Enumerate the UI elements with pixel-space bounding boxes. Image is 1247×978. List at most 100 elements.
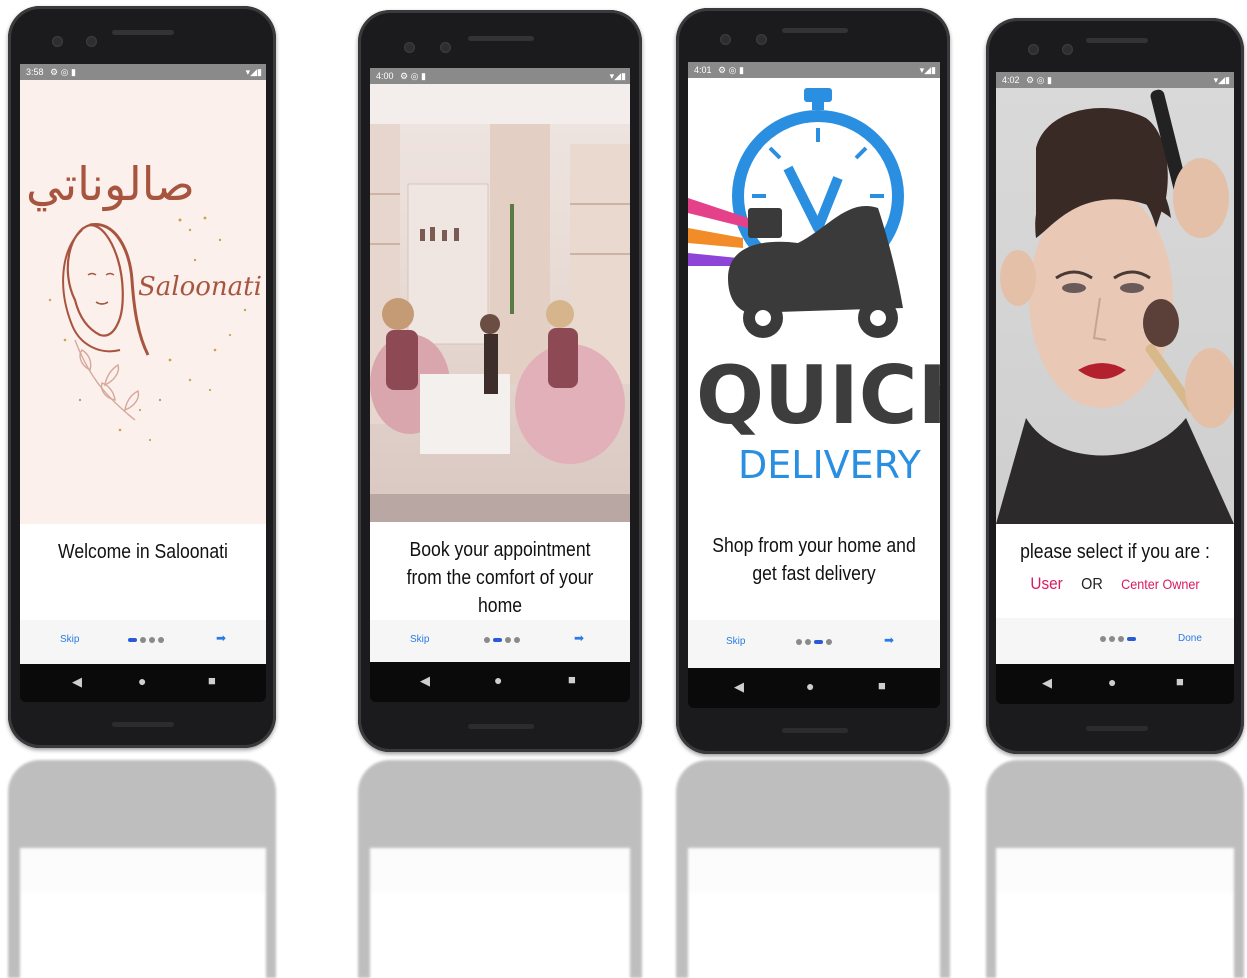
- page-dot: [149, 637, 155, 643]
- onboarding-controls: Skip ➡: [370, 620, 630, 662]
- back-icon[interactable]: ◀: [72, 674, 82, 690]
- skip-button[interactable]: Skip: [410, 634, 429, 645]
- status-bar: 4:02 ⚙ ◎ ▮ ▾◢▮: [996, 72, 1234, 88]
- page-indicator: [796, 639, 832, 645]
- page-dot: [1100, 636, 1106, 642]
- phone-2: 4:00 ⚙ ◎ ▮ ▾◢▮ Book your appointment fro…: [358, 10, 642, 752]
- recents-icon[interactable]: ■: [208, 673, 216, 688]
- phone-2-reflection: [358, 760, 642, 978]
- system-nav-bar: ◀ ● ■: [20, 664, 266, 702]
- page-dot: [158, 637, 164, 643]
- status-icons: ⚙ ◎ ▮: [400, 71, 426, 81]
- user-option-button[interactable]: User: [1030, 574, 1062, 593]
- signal-battery-icon: ▾◢▮: [919, 65, 936, 75]
- skip-button[interactable]: Skip: [60, 634, 79, 645]
- page-dot: [805, 639, 811, 645]
- saloonati-logo-art: صالوناتي Saloonati: [26, 157, 262, 442]
- page-dot: [1118, 636, 1124, 642]
- speaker-grille: [782, 28, 848, 33]
- camera-icon: [86, 36, 97, 47]
- recents-icon[interactable]: ■: [878, 678, 886, 693]
- recents-icon[interactable]: ■: [568, 672, 576, 687]
- camera-icon: [404, 42, 415, 53]
- home-icon[interactable]: ●: [494, 672, 502, 688]
- signal-battery-icon: ▾◢▮: [245, 67, 262, 77]
- slide-title: Shop from your home and get fast deliver…: [712, 535, 916, 585]
- next-arrow-icon[interactable]: ➡: [574, 631, 584, 645]
- center-owner-option-button[interactable]: Center Owner: [1121, 576, 1199, 592]
- page-dot-active: [814, 640, 823, 644]
- speaker-grille: [1086, 38, 1148, 43]
- page-dot-active: [1127, 637, 1136, 641]
- signal-battery-icon: ▾◢▮: [609, 71, 626, 81]
- back-icon[interactable]: ◀: [420, 673, 430, 689]
- status-time: 4:01: [694, 65, 712, 75]
- onboarding-controls: Done: [996, 618, 1234, 664]
- home-icon[interactable]: ●: [806, 678, 814, 694]
- home-icon[interactable]: ●: [138, 673, 146, 689]
- back-icon[interactable]: ◀: [734, 679, 744, 695]
- page-dot: [140, 637, 146, 643]
- bottom-speaker: [1086, 726, 1148, 731]
- phone-1: 3:58 ⚙ ◎ ▮ ▾◢▮ صالوناتي Saloonati Welcom…: [8, 6, 276, 748]
- page-dot-active: [128, 638, 137, 642]
- phone-1-screen: 3:58 ⚙ ◎ ▮ ▾◢▮ صالوناتي Saloonati Welcom…: [20, 64, 266, 664]
- quick-delivery-logo: QUICK DELIVERY: [688, 78, 940, 522]
- status-bar: 3:58 ⚙ ◎ ▮ ▾◢▮: [20, 64, 266, 80]
- salon-interior-art: [370, 84, 630, 522]
- phone-4-screen: 4:02 ⚙ ◎ ▮ ▾◢▮ please select if you are …: [996, 72, 1234, 664]
- next-arrow-icon[interactable]: ➡: [884, 633, 894, 647]
- phone-3: 4:01 ⚙ ◎ ▮ ▾◢▮ QUIC DELIVERY Shop from y…: [676, 8, 950, 754]
- status-bar: 4:00 ⚙ ◎ ▮ ▾◢▮: [370, 68, 630, 84]
- phone-2-screen: 4:00 ⚙ ◎ ▮ ▾◢▮ Book your appointment fro…: [370, 68, 630, 662]
- page-dot: [505, 637, 511, 643]
- done-button[interactable]: Done: [1178, 633, 1202, 644]
- salon-interior-image: [370, 84, 630, 522]
- page-dot: [796, 639, 802, 645]
- recents-icon[interactable]: ■: [1176, 674, 1184, 689]
- camera-icon: [52, 36, 63, 47]
- system-nav-bar: ◀ ● ■: [688, 668, 940, 708]
- system-nav-bar: ◀ ● ■: [370, 662, 630, 702]
- slide-title: Book your appointment from the comfort o…: [406, 539, 594, 617]
- page-dot: [484, 637, 490, 643]
- slide-title: please select if you are :: [1020, 541, 1210, 563]
- camera-icon: [1028, 44, 1039, 55]
- page-indicator: [484, 637, 520, 643]
- home-icon[interactable]: ●: [1108, 674, 1116, 690]
- page-indicator: [128, 637, 164, 643]
- skip-button[interactable]: Skip: [726, 636, 745, 647]
- bottom-speaker: [112, 722, 174, 727]
- makeup-model-image: [996, 88, 1234, 524]
- phone-1-reflection: [8, 760, 276, 978]
- system-nav-bar: ◀ ● ■: [996, 664, 1234, 704]
- status-icons: ⚙ ◎ ▮: [718, 65, 744, 75]
- status-time: 4:02: [1002, 75, 1020, 85]
- saloonati-logo: صالوناتي Saloonati: [20, 80, 266, 524]
- camera-icon: [720, 34, 731, 45]
- back-icon[interactable]: ◀: [1042, 675, 1052, 691]
- or-label: OR: [1081, 576, 1103, 593]
- delivery-scooter-art: QUICK DELIVERY: [688, 88, 940, 487]
- bottom-speaker: [468, 724, 534, 729]
- status-icons: ⚙ ◎ ▮: [50, 67, 76, 77]
- status-bar: 4:01 ⚙ ◎ ▮ ▾◢▮: [688, 62, 940, 78]
- phone-4: 4:02 ⚙ ◎ ▮ ▾◢▮ please select if you are …: [986, 18, 1244, 754]
- logo-arabic-text: صالوناتي: [26, 157, 195, 212]
- status-time: 4:00: [376, 71, 394, 81]
- status-time: 3:58: [26, 67, 44, 77]
- page-dot: [826, 639, 832, 645]
- page-indicator: [1100, 636, 1136, 642]
- camera-icon: [440, 42, 451, 53]
- status-icons: ⚙ ◎ ▮: [1026, 75, 1052, 85]
- role-options: User OR Center Owner: [1008, 574, 1222, 594]
- speaker-grille: [468, 36, 534, 41]
- next-arrow-icon[interactable]: ➡: [216, 631, 226, 645]
- onboarding-controls: Skip ➡: [688, 620, 940, 668]
- signal-battery-icon: ▾◢▮: [1213, 75, 1230, 85]
- page-dot-active: [493, 638, 502, 642]
- camera-icon: [756, 34, 767, 45]
- phone-3-screen: 4:01 ⚙ ◎ ▮ ▾◢▮ QUIC DELIVERY Shop from y…: [688, 62, 940, 668]
- camera-icon: [1062, 44, 1073, 55]
- logo-delivery-text: DELIVERY: [738, 443, 922, 487]
